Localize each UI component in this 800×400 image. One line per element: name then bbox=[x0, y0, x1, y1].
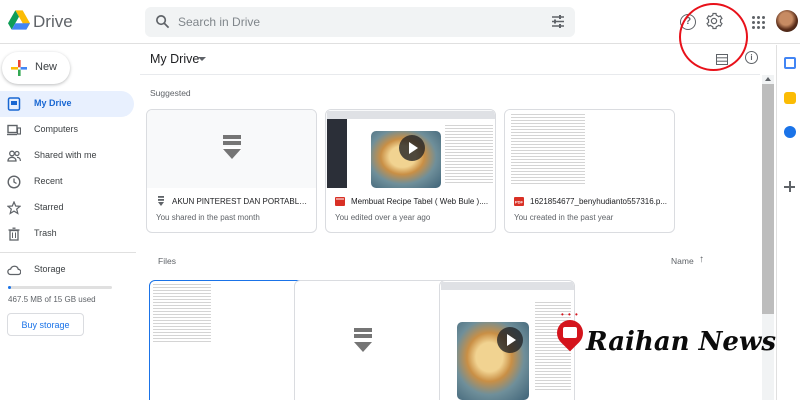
pdf-file-icon: PDF bbox=[514, 197, 524, 206]
page-title[interactable]: My Drive bbox=[150, 52, 199, 66]
file-activity: You edited over a year ago bbox=[335, 213, 431, 222]
search-options-icon[interactable] bbox=[551, 15, 565, 28]
storage-progress-fill bbox=[8, 286, 12, 289]
sidebar-item-computers[interactable]: Computers bbox=[0, 117, 134, 143]
star-icon bbox=[7, 201, 21, 215]
video-file-icon bbox=[335, 197, 345, 206]
watermark-star-dots: • • • bbox=[561, 310, 579, 319]
sidebar-item-trash[interactable]: Trash bbox=[0, 221, 134, 247]
cloud-icon bbox=[7, 265, 21, 276]
add-addon-icon[interactable] bbox=[784, 181, 795, 192]
storage-usage-text: 467.5 MB of 15 GB used bbox=[8, 295, 96, 304]
file-name: AKUN PINTEREST DAN PORTABLEN... bbox=[172, 197, 312, 206]
play-icon[interactable] bbox=[497, 327, 523, 353]
sidebar-item-label: My Drive bbox=[34, 98, 72, 108]
info-icon[interactable]: i bbox=[745, 51, 758, 64]
trash-icon bbox=[8, 227, 20, 241]
suggested-heading: Suggested bbox=[150, 88, 191, 98]
apps-grid-icon[interactable] bbox=[752, 16, 765, 29]
sort-ascending-icon[interactable]: ↑ bbox=[699, 254, 704, 265]
sidebar-item-label: Recent bbox=[34, 176, 63, 186]
svg-text:PDF: PDF bbox=[515, 200, 524, 205]
screen-recording-preview bbox=[327, 111, 495, 188]
google-docs-icon bbox=[158, 196, 164, 206]
avatar[interactable] bbox=[776, 10, 798, 32]
screen-recording-preview bbox=[441, 282, 574, 400]
suggested-file-card[interactable]: AKUN PINTEREST DAN PORTABLEN... You shar… bbox=[146, 109, 317, 233]
app-name[interactable]: Drive bbox=[33, 12, 73, 32]
sidebar-item-starred[interactable]: Starred bbox=[0, 195, 134, 221]
file-name: 1621854677_benyhudianto557316.p... bbox=[530, 197, 668, 206]
chevron-down-icon[interactable] bbox=[198, 57, 206, 61]
sidebar-item-shared-with-me[interactable]: Shared with me bbox=[0, 143, 134, 169]
plus-icon bbox=[11, 60, 27, 76]
google-docs-icon bbox=[223, 135, 241, 163]
document-page-preview bbox=[153, 284, 211, 344]
play-icon[interactable] bbox=[399, 135, 425, 161]
buy-storage-button[interactable]: Buy storage bbox=[7, 313, 84, 336]
file-thumbnail bbox=[505, 110, 674, 188]
highlight-circle-annotation bbox=[679, 3, 748, 71]
sidebar-item-recent[interactable]: Recent bbox=[0, 169, 134, 195]
scrollbar-thumb[interactable] bbox=[762, 84, 774, 314]
suggested-file-card[interactable]: Membuat Recipe Tabel ( Web Bule ).... Yo… bbox=[325, 109, 496, 233]
shared-icon bbox=[7, 150, 21, 162]
file-thumbnail bbox=[326, 110, 495, 188]
file-name: Membuat Recipe Tabel ( Web Bule ).... bbox=[351, 197, 489, 206]
keep-icon[interactable] bbox=[784, 92, 796, 104]
file-thumbnail bbox=[147, 110, 316, 188]
new-button-label: New bbox=[35, 61, 58, 73]
search-bar[interactable] bbox=[145, 7, 575, 37]
calendar-icon[interactable] bbox=[784, 57, 796, 69]
pdf-page-preview bbox=[511, 114, 585, 186]
watermark-pin-building-icon bbox=[563, 327, 577, 338]
sidebar-item-label: Storage bbox=[34, 264, 66, 274]
sidebar-divider bbox=[0, 252, 136, 253]
list-view-icon[interactable] bbox=[716, 54, 728, 65]
tasks-icon[interactable] bbox=[784, 126, 796, 138]
search-icon[interactable] bbox=[155, 14, 170, 29]
sidebar-item-label: Trash bbox=[34, 228, 57, 238]
storage-progress-bar bbox=[8, 286, 112, 289]
file-card[interactable] bbox=[439, 280, 575, 400]
sidebar-item-label: Starred bbox=[34, 202, 64, 212]
computers-icon bbox=[7, 124, 21, 136]
sidebar-item-label: Computers bbox=[34, 124, 79, 134]
watermark-text: Raihan News bbox=[586, 327, 776, 357]
side-panel bbox=[776, 45, 800, 400]
sidebar-item-my-drive[interactable]: My Drive bbox=[0, 91, 134, 117]
my-drive-icon bbox=[7, 97, 21, 111]
file-activity: You shared in the past month bbox=[156, 213, 260, 222]
drive-logo-icon[interactable] bbox=[8, 10, 30, 30]
file-activity: You created in the past year bbox=[514, 213, 614, 222]
scroll-up-arrow-icon[interactable] bbox=[765, 77, 771, 81]
new-button[interactable]: New bbox=[2, 52, 70, 84]
search-input[interactable] bbox=[178, 13, 538, 31]
sidebar-item-label: Shared with me bbox=[34, 150, 97, 160]
clock-icon bbox=[7, 175, 21, 189]
header-divider bbox=[140, 74, 760, 75]
files-heading: Files bbox=[158, 256, 176, 266]
sidebar-item-storage[interactable]: Storage bbox=[0, 257, 134, 283]
suggested-file-card[interactable]: PDF 1621854677_benyhudianto557316.p... Y… bbox=[504, 109, 675, 233]
google-docs-icon bbox=[354, 328, 372, 356]
sort-by-name[interactable]: Name bbox=[671, 256, 694, 266]
